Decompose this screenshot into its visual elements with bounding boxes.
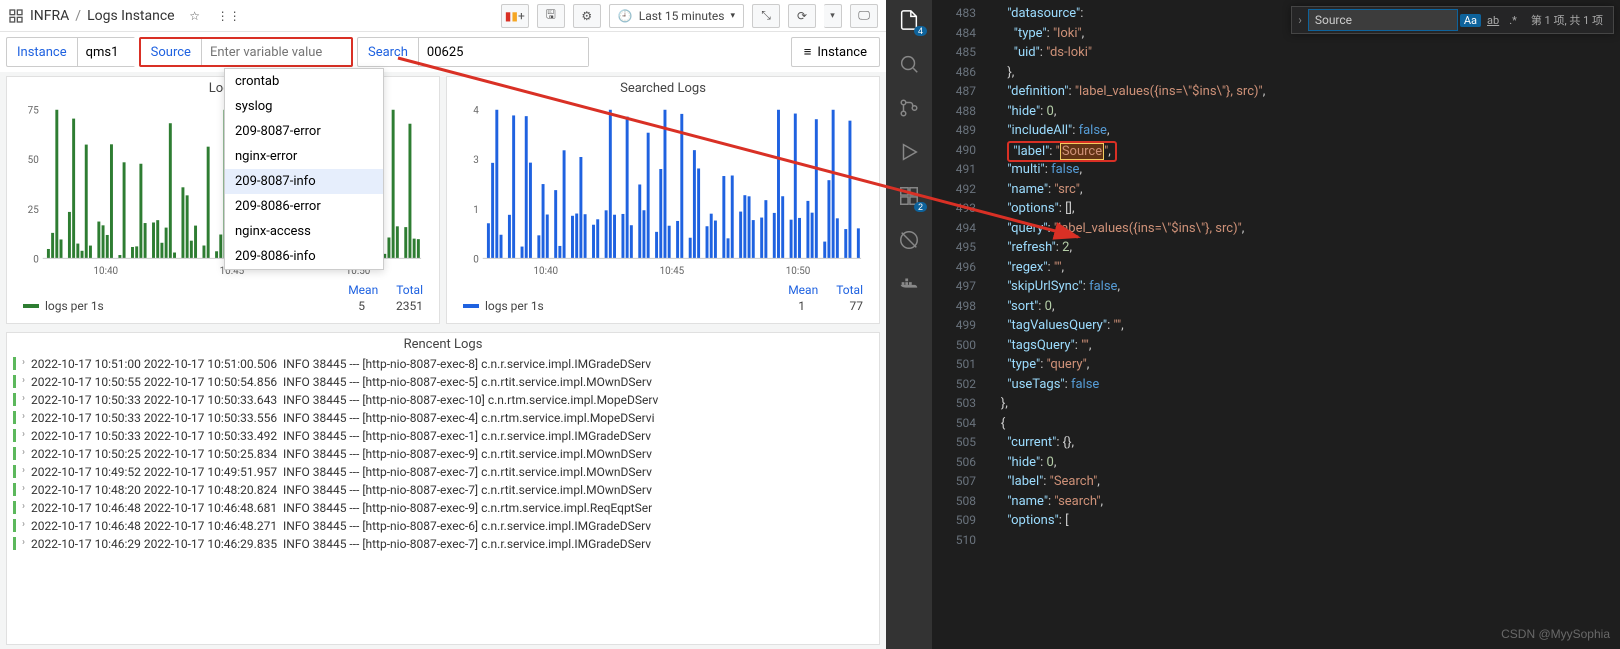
col-mean: Mean [348, 283, 378, 297]
svg-text:10:50: 10:50 [786, 266, 811, 277]
svg-text:0: 0 [473, 254, 479, 265]
svg-text:50: 50 [28, 155, 39, 166]
var-search-label: Search [358, 45, 418, 60]
expand-replace-icon[interactable]: › [1292, 13, 1308, 27]
svg-text:75: 75 [28, 106, 40, 117]
refresh-menu[interactable]: ▾ [824, 4, 842, 28]
search-icon[interactable] [897, 52, 921, 76]
var-instance-select[interactable]: qms1 [77, 38, 139, 66]
refresh-button[interactable]: ⟳ [788, 4, 816, 28]
var-instance-label: Instance [7, 45, 77, 60]
legend-swatch [463, 304, 479, 308]
tv-mode-button[interactable]: 🖵 [850, 4, 878, 28]
find-input[interactable] [1308, 9, 1458, 31]
line-gutter: 4834844854864874884894904914924934944954… [932, 0, 988, 649]
time-range-picker[interactable]: 🕘 Last 15 minutes ▾ [609, 4, 744, 28]
svg-text:3: 3 [473, 155, 479, 166]
editor-search-widget: › Aa ab .* 第 1 项, 共 1 项 [1291, 6, 1614, 34]
share-icon[interactable]: ⋮⋮ [215, 4, 243, 28]
log-line[interactable]: ›2022-10-17 10:49:52 2022-10-17 10:49:51… [13, 463, 873, 481]
svg-text:0: 0 [33, 254, 39, 265]
log-line[interactable]: ›2022-10-17 10:46:29 2022-10-17 10:46:29… [13, 535, 873, 553]
log-line[interactable]: ›2022-10-17 10:48:20 2022-10-17 10:48:20… [13, 481, 873, 499]
star-icon[interactable]: ☆ [181, 4, 209, 28]
extensions-icon[interactable]: 2 [897, 184, 921, 208]
activity-bar: 4 2 [886, 0, 932, 649]
var-source-label: Source [141, 45, 201, 60]
dropdown-item[interactable]: 209-8086-error [225, 194, 383, 219]
dropdown-item[interactable]: nginx-access [225, 219, 383, 244]
svg-text:10:40: 10:40 [93, 266, 118, 277]
dropdown-item[interactable]: 209-8087-info [225, 169, 383, 194]
explorer-icon[interactable]: 4 [897, 8, 921, 32]
svg-text:4: 4 [473, 106, 479, 117]
log-line[interactable]: ›2022-10-17 10:50:33 2022-10-17 10:50:33… [13, 427, 873, 445]
run-debug-icon[interactable] [897, 140, 921, 164]
log-line[interactable]: ›2022-10-17 10:46:48 2022-10-17 10:46:48… [13, 517, 873, 535]
panel-searched-logs[interactable]: Searched Logs 0 1 3 4 10:40 10:45 10:50 Mean To… [446, 76, 880, 324]
panel-recent-logs[interactable]: Rencent Logs ›2022-10-17 10:51:00 2022-1… [6, 332, 880, 645]
log-line[interactable]: ›2022-10-17 10:50:55 2022-10-17 10:50:54… [13, 373, 873, 391]
chart-searched: 0 1 3 4 10:40 10:45 10:50 [455, 99, 871, 279]
watermark: CSDN @MyySophia [1501, 627, 1610, 641]
regex-icon[interactable]: .* [1505, 14, 1521, 27]
find-result-count: 第 1 项, 共 1 项 [1531, 12, 1603, 28]
var-search-input[interactable] [418, 38, 588, 66]
svg-text:25: 25 [28, 205, 40, 216]
remote-icon[interactable] [897, 228, 921, 252]
folder-name[interactable]: INFRA [30, 8, 69, 24]
svg-text:10:40: 10:40 [533, 266, 558, 277]
docker-icon[interactable] [897, 272, 921, 296]
col-total: Total [836, 283, 863, 297]
var-search: Search [357, 37, 589, 67]
log-line[interactable]: ›2022-10-17 10:51:00 2022-10-17 10:51:00… [13, 355, 873, 373]
legend-toggle-button[interactable]: ≡ Instance [791, 37, 880, 67]
log-line[interactable]: ›2022-10-17 10:46:48 2022-10-17 10:46:48… [13, 499, 873, 517]
whole-word-icon[interactable]: ab [1483, 14, 1503, 27]
dropdown-item[interactable]: 209-8086-info [225, 244, 383, 269]
var-source-input[interactable] [201, 39, 351, 65]
col-total: Total [396, 283, 423, 297]
dashboard-icon [8, 8, 24, 24]
source-control-icon[interactable] [897, 96, 921, 120]
zoom-out-button[interactable]: ⤡ [752, 4, 780, 28]
code-editor[interactable]: "datasource": "type": "loki", "uid": "ds… [988, 0, 1620, 649]
page-title[interactable]: Logs Instance [87, 8, 175, 24]
var-instance: Instance qms1▾ [6, 37, 135, 67]
variable-row: Instance qms1▾ Source Search ≡ Instance … [0, 32, 886, 72]
dropdown-item[interactable]: crontab [225, 69, 383, 94]
var-source: Source [139, 37, 353, 67]
svg-text:10:45: 10:45 [660, 266, 685, 277]
dropdown-item[interactable]: 209-8087-error [225, 119, 383, 144]
dropdown-item[interactable]: syslog [225, 94, 383, 119]
match-case-icon[interactable]: Aa [1460, 14, 1481, 27]
add-panel-button[interactable]: ▮▮+ [501, 4, 529, 28]
legend-swatch [23, 304, 39, 308]
save-button[interactable]: 🖫 [537, 4, 565, 28]
panel-title: Rencent Logs [13, 337, 873, 355]
col-mean: Mean [788, 283, 818, 297]
log-line[interactable]: ›2022-10-17 10:50:25 2022-10-17 10:50:25… [13, 445, 873, 463]
svg-text:1: 1 [473, 205, 479, 216]
separator: / [75, 8, 81, 24]
panel-title: Searched Logs [455, 81, 871, 99]
dropdown-item[interactable]: nginx-error [225, 144, 383, 169]
log-line[interactable]: ›2022-10-17 10:50:33 2022-10-17 10:50:33… [13, 391, 873, 409]
source-dropdown: crontabsyslog209-8087-errornginx-error20… [224, 68, 384, 270]
log-line[interactable]: ›2022-10-17 10:50:33 2022-10-17 10:50:33… [13, 409, 873, 427]
settings-button[interactable]: ⚙ [573, 4, 601, 28]
dashboard-topbar: INFRA / Logs Instance ☆ ⋮⋮ ▮▮+ 🖫 ⚙ 🕘 Las… [0, 0, 886, 32]
